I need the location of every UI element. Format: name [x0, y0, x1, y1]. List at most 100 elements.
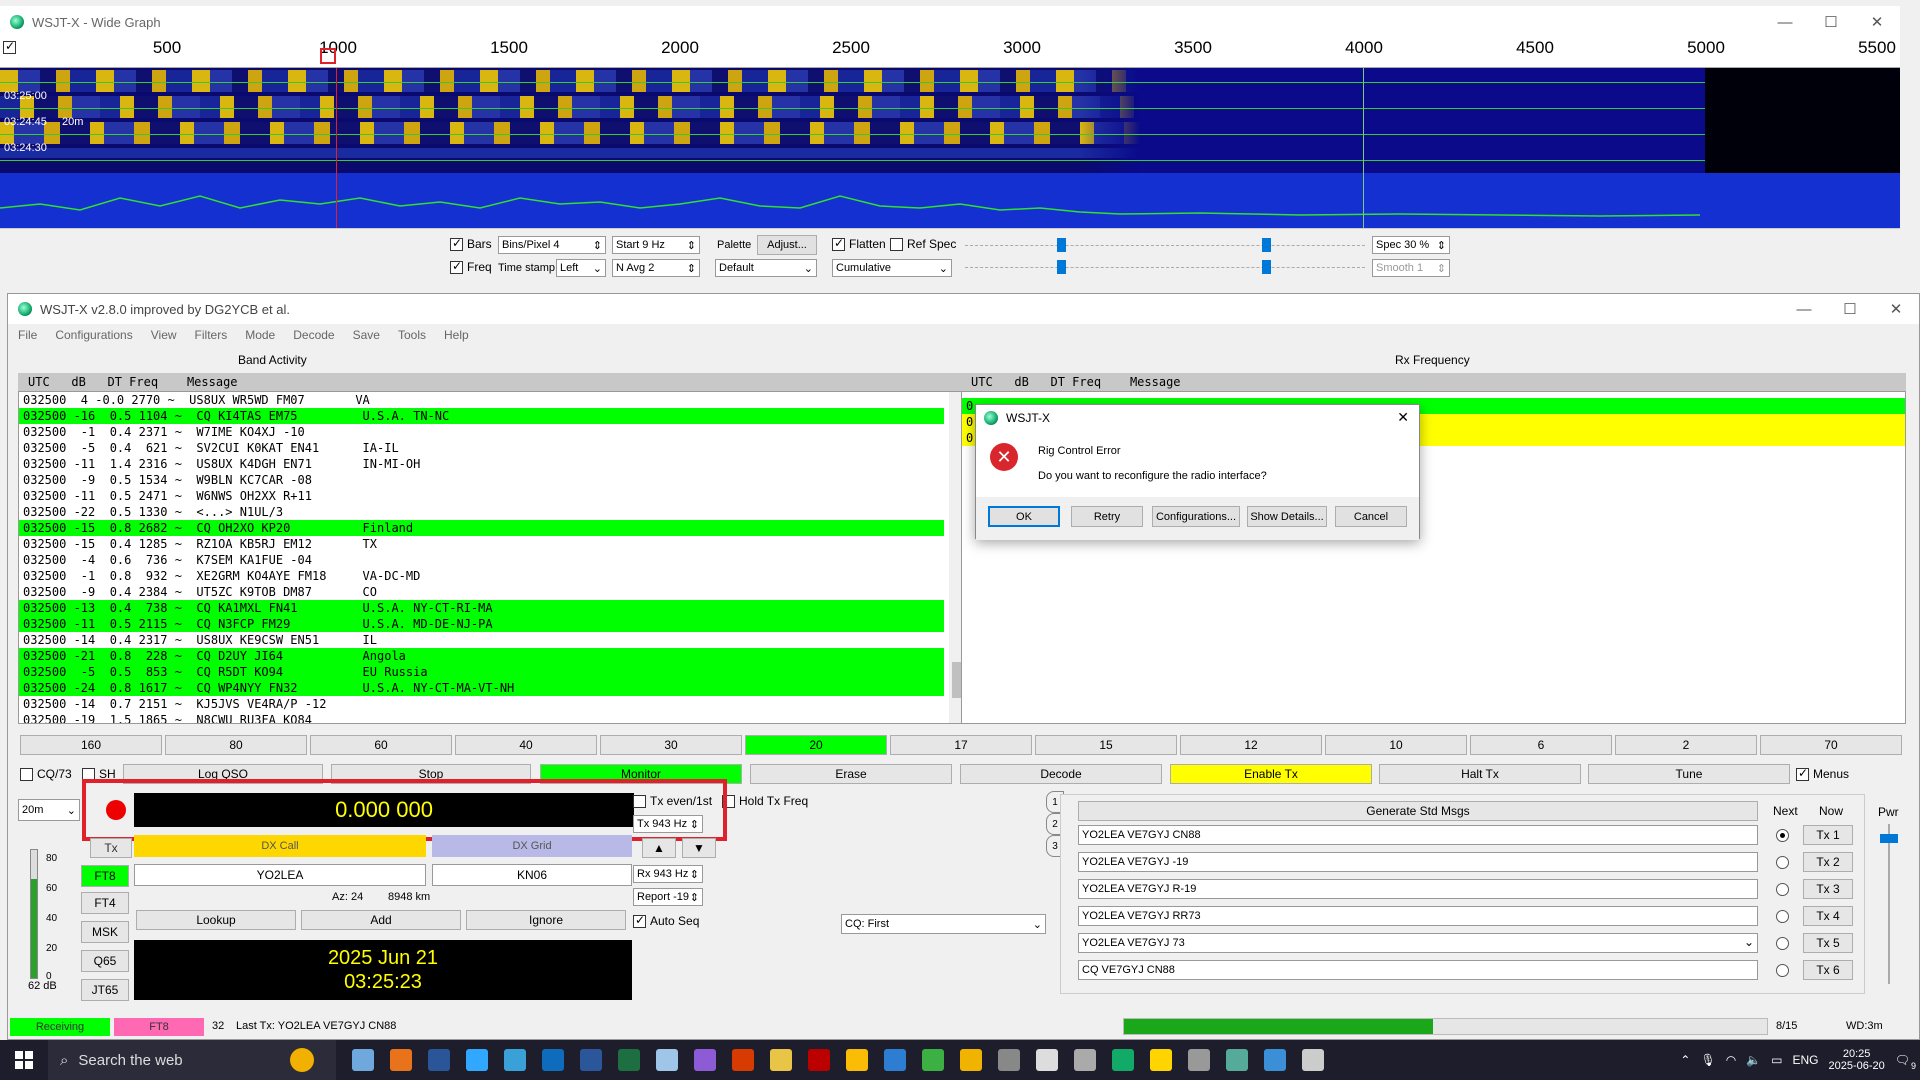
cancel-button[interactable]: Cancel [1335, 506, 1407, 527]
tx3-message-input[interactable]: YO2LEA VE7GYJ R-19 [1078, 879, 1758, 899]
hold-tx-freq-checkbox[interactable]: Hold Tx Freq [722, 794, 808, 808]
cloud-icon[interactable] [952, 1040, 990, 1080]
frequency-scale[interactable]: 500 1000 1500 2000 2500 3000 3500 4000 4… [0, 38, 1900, 68]
gain2-slider-track[interactable] [965, 267, 1365, 268]
media-icon[interactable] [1028, 1040, 1066, 1080]
cq-first-select[interactable]: CQ: First ⌄ [841, 914, 1046, 934]
notification-icon[interactable]: 🗨 9 [1895, 1053, 1916, 1071]
decode-line[interactable]: 032500 4 -0.0 2770 ~ US8UX WR5WD FM07 VA [19, 392, 944, 408]
band-activity-list[interactable]: 032500 4 -0.0 2770 ~ US8UX WR5WD FM07 VA… [18, 391, 966, 724]
band-button-30[interactable]: 30 [600, 735, 742, 755]
tx3-now-button[interactable]: Tx 3 [1803, 879, 1853, 899]
display-icon[interactable] [1218, 1040, 1256, 1080]
mode-ft8-button[interactable]: FT8 [81, 865, 129, 887]
decode-line[interactable]: 032500 -13 0.4 738 ~ CQ KA1MXL FN41 U.S.… [19, 600, 944, 616]
band-button-15[interactable]: 15 [1035, 735, 1177, 755]
maximize-icon[interactable]: ☐ [1827, 294, 1873, 324]
band-button-2[interactable]: 2 [1615, 735, 1757, 755]
adjust-palette-button[interactable]: Adjust... [757, 235, 817, 255]
decode-line[interactable]: 032500 -5 0.5 853 ~ CQ R5DT KO94 EU Russ… [19, 664, 944, 680]
wsjtx-icon[interactable] [1104, 1040, 1142, 1080]
show-details-button[interactable]: Show Details... [1247, 506, 1327, 527]
scale-checkbox[interactable] [3, 39, 16, 54]
decode-line[interactable]: 032500 -24 0.8 1617 ~ CQ WP4NYY FN32 U.S… [19, 680, 944, 696]
decode-line[interactable]: 032500 -15 0.4 1285 ~ RZ1OA KB5RJ EM12 T… [19, 536, 944, 552]
tx3-next-radio[interactable] [1776, 883, 1789, 896]
decode-line[interactable]: 032500 -14 0.7 2151 ~ KJ5JVS VE4RA/P -12 [19, 696, 944, 712]
mode-ft4-button[interactable]: FT4 [81, 892, 129, 914]
ok-button[interactable]: OK [988, 506, 1060, 527]
power-slider-track[interactable] [1888, 824, 1890, 984]
tx6-next-radio[interactable] [1776, 964, 1789, 977]
gain-slider-track[interactable] [965, 245, 1365, 246]
bins-per-pixel-spinbox[interactable]: Bins/Pixel 4 ⇕ [498, 236, 606, 254]
word-icon[interactable] [572, 1040, 610, 1080]
gain2-slider-handle[interactable] [1057, 260, 1066, 274]
auto-seq-checkbox[interactable]: Auto Seq [633, 913, 699, 928]
tune-button[interactable]: Tune [1588, 764, 1790, 784]
smooth-spinbox[interactable]: Smooth 1 ⇕ [1372, 259, 1450, 277]
ignore-button[interactable]: Ignore [466, 910, 626, 930]
band-button-60[interactable]: 60 [310, 735, 452, 755]
photoshop-icon[interactable] [458, 1040, 496, 1080]
palette-select[interactable]: Default ⌄ [715, 259, 817, 277]
menu-decode[interactable]: Decode [293, 328, 334, 342]
tx5-next-radio[interactable] [1776, 937, 1789, 950]
filezilla-icon[interactable] [800, 1040, 838, 1080]
wifi-icon[interactable]: ◠ [1726, 1053, 1736, 1067]
spectrum-type-select[interactable]: Cumulative ⌄ [832, 259, 952, 277]
decode-line[interactable]: 032500 -21 0.8 228 ~ CQ D2UY JI64 Angola [19, 648, 944, 664]
tx5-message-input[interactable]: YO2LEA VE7GYJ 73 [1078, 933, 1758, 953]
mode-jt65-button[interactable]: JT65 [81, 979, 129, 1001]
erase-button[interactable]: Erase [750, 764, 952, 784]
tx1-now-button[interactable]: Tx 1 [1803, 825, 1853, 845]
decode-line[interactable]: 032500 -9 0.5 1534 ~ W9BLN KC7CAR -08 [19, 472, 944, 488]
calculator-icon[interactable] [990, 1040, 1028, 1080]
lrc-icon[interactable] [420, 1040, 458, 1080]
band-button-80[interactable]: 80 [165, 735, 307, 755]
chevron-up-icon[interactable]: ⌃ [1680, 1053, 1690, 1067]
tx1-next-radio[interactable] [1776, 829, 1789, 842]
mode-q65-button[interactable]: Q65 [81, 950, 129, 972]
configurations-button[interactable]: Configurations... [1152, 506, 1240, 527]
bars-checkbox[interactable]: Bars [450, 236, 492, 251]
decode-line[interactable]: 032500 -15 0.8 2682 ~ CQ OH2XO KP20 Finl… [19, 520, 944, 536]
speaker-icon[interactable]: 🔈 [1746, 1053, 1761, 1067]
decode-line[interactable]: 032500 -11 1.4 2316 ~ US8UX K4DGH EN71 I… [19, 456, 944, 472]
close-icon[interactable]: ✕ [1854, 6, 1900, 38]
band-select[interactable]: 20m ⌄ [18, 799, 80, 821]
menu-mode[interactable]: Mode [245, 328, 275, 342]
close-icon[interactable]: ✕ [1873, 294, 1919, 324]
lookup-button[interactable]: Lookup [136, 910, 296, 930]
battery-icon[interactable]: ▭ [1771, 1053, 1782, 1067]
tx6-now-button[interactable]: Tx 6 [1803, 960, 1853, 980]
decode-line[interactable]: 032500 -11 0.5 2115 ~ CQ N3FCP FM29 U.S.… [19, 616, 944, 632]
waterfall-display[interactable]: 03:25:00 03:24:45 20m 03:24:30 [0, 68, 1900, 228]
halt-tx-button[interactable]: Halt Tx [1379, 764, 1581, 784]
enable-tx-button[interactable]: Enable Tx [1170, 764, 1372, 784]
file-explorer-icon[interactable] [344, 1040, 382, 1080]
server-icon[interactable] [1180, 1040, 1218, 1080]
decode-line[interactable]: 032500 -11 0.5 2471 ~ W6NWS OH2XX R+11 [19, 488, 944, 504]
menu-view[interactable]: View [151, 328, 177, 342]
tx5-now-button[interactable]: Tx 5 [1803, 933, 1853, 953]
tx4-message-input[interactable]: YO2LEA VE7GYJ RR73 [1078, 906, 1758, 926]
screen-recorder-icon[interactable] [496, 1040, 534, 1080]
language-indicator[interactable]: ENG [1792, 1053, 1818, 1067]
menu-save[interactable]: Save [353, 328, 380, 342]
decode-line[interactable]: 032500 -1 0.8 932 ~ XE2GRM KO4AYE FM18 V… [19, 568, 944, 584]
wsjtx-alt-icon[interactable] [1142, 1040, 1180, 1080]
menu-file[interactable]: File [18, 328, 37, 342]
decode-line[interactable]: 032500 -9 0.4 2384 ~ UT5ZC K9TOB DM87 CO [19, 584, 944, 600]
tx-first-button[interactable]: Tx [90, 838, 132, 858]
dx-call-input[interactable]: YO2LEA [134, 864, 426, 886]
band-button-6[interactable]: 6 [1470, 735, 1612, 755]
clock[interactable]: 20:25 2025-06-20 [1828, 1048, 1884, 1072]
zero-slider-handle[interactable] [1262, 238, 1271, 252]
firefox-icon[interactable] [382, 1040, 420, 1080]
generate-std-msgs-button[interactable]: Generate Std Msgs [1078, 801, 1758, 821]
microphone-icon[interactable]: 🎙 [1700, 1053, 1715, 1067]
decode-line[interactable]: 032500 -16 0.5 1104 ~ CQ KI4TAS EM75 U.S… [19, 408, 944, 424]
tx2-next-radio[interactable] [1776, 856, 1789, 869]
band-button-160[interactable]: 160 [20, 735, 162, 755]
